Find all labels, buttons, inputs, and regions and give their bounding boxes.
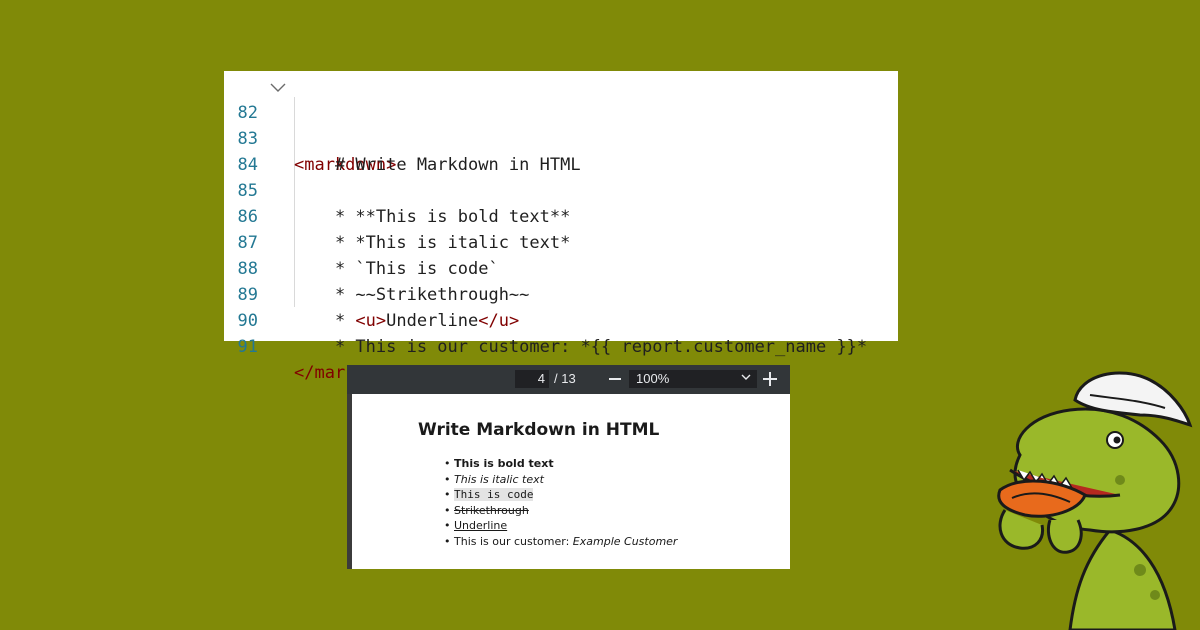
zoom-value: 100% [636,371,670,386]
chevron-down-icon[interactable] [268,74,288,100]
code-line: 83 # Write Markdown in HTML [224,100,898,175]
customer-label: This is our customer: [454,534,573,548]
pdf-page: Write Markdown in HTML This is bold text… [352,394,790,569]
code-text: * This is our customer: *{{ report.custo… [294,337,868,357]
plus-icon[interactable] [761,370,779,388]
code-line: 87 * `This is code` [224,204,898,279]
code-line: 90 * This is our customer: *{{ report.cu… [224,282,898,357]
code-line: 89 * <u>Underline</u> [224,256,898,331]
list-item: This is our customer: Example Customer [444,534,677,550]
list-item: This is bold text [444,456,677,472]
code-line: 88 * ~~Strikethrough~~ [224,230,898,305]
dinosaur-mascot-icon [997,371,1193,630]
code-text: This is code [454,488,534,501]
code-line: 86 * *This is italic text* [224,178,898,253]
list-item: This is code [444,487,677,503]
underline-text: Underline [454,519,508,532]
list-item: Strikethrough [444,503,677,519]
italic-text: This is italic text [454,472,544,486]
pdf-toolbar: 4 / 13 100% [347,365,790,394]
strikethrough-text: Strikethrough [454,503,529,517]
line-number: 91 [237,337,258,357]
code-line: 85 * **This is bold text** [224,152,898,227]
list-item: Underline [444,518,677,534]
code-line: 91 </markdown> [224,308,898,383]
page-title: Write Markdown in HTML [418,420,660,440]
zoom-select[interactable]: 100% [629,370,757,388]
page-number-input[interactable]: 4 [515,370,549,388]
list-item: This is italic text [444,472,677,488]
chevron-down-icon [741,374,751,380]
pdf-viewer: 4 / 13 100% Write Markdown in HTML This … [347,365,790,569]
code-line: 82 <markdown> [224,74,898,175]
page-total: / 13 [554,371,576,386]
customer-name: Example Customer [572,534,678,548]
code-line: 84 [224,126,898,175]
bold-text: This is bold text [454,457,554,470]
code-editor: 82 <markdown> 83 # Write Markdown in HTM… [224,71,898,383]
bullet-list: This is bold text This is italic text Th… [444,456,677,549]
minus-icon[interactable] [607,370,623,388]
